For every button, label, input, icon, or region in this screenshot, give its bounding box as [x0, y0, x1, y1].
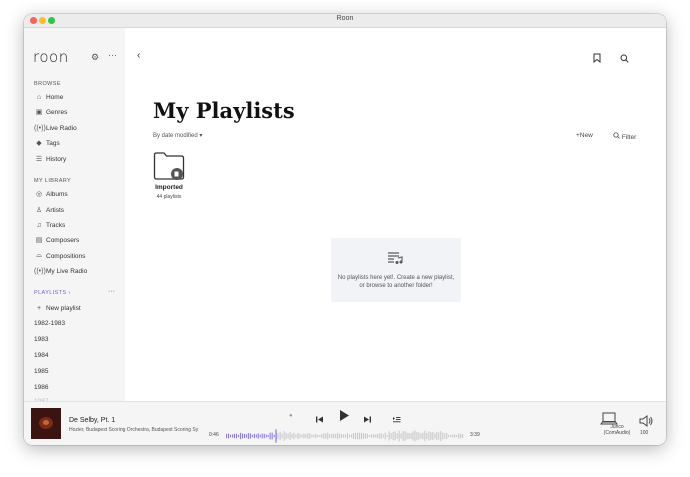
roon-logo: roon — [33, 48, 69, 66]
player-bar: De Selby, Pt. 1 Hozier, Budapest Scoring… — [24, 401, 666, 445]
playlists-section-link[interactable]: PLAYLISTS › — [34, 290, 71, 296]
waveform-seek-bar[interactable] — [226, 429, 464, 443]
folder-name: Imported — [155, 184, 183, 191]
sidebar-item-tags[interactable]: ◆ Tags — [34, 137, 60, 149]
folder-count: 44 playlists — [156, 194, 182, 200]
zone-selector[interactable]: Junco (ComAudio) — [597, 424, 637, 436]
sidebar-item-composers[interactable]: ▤ Composers — [34, 234, 80, 246]
new-playlist-label: New playlist — [46, 304, 81, 312]
sidebar-item-label: Home — [46, 93, 64, 101]
queue-icon[interactable] — [392, 411, 401, 429]
sidebar-playlist-item[interactable]: 1985 — [34, 368, 48, 375]
home-icon: ⌂ — [36, 93, 42, 101]
sidebar-playlist-item[interactable]: 1983 — [34, 336, 48, 343]
radio-icon: ((•)) — [34, 267, 46, 275]
track-title[interactable]: De Selby, Pt. 1 — [69, 417, 115, 424]
settings-gear-icon[interactable]: ⚙ — [91, 52, 99, 63]
history-icon: ☰ — [35, 156, 43, 163]
app-window: Roon roon ⚙ ··· BROWSE ⌂ Home ▣ Genres (… — [24, 14, 666, 445]
artist-icon: ♙ — [35, 207, 43, 214]
previous-track-icon[interactable] — [315, 411, 324, 429]
caret-down-icon: ▾ — [199, 133, 203, 139]
sidebar-item-label: Tags — [46, 139, 60, 147]
sidebar-item-artists[interactable]: ♙ Artists — [34, 204, 64, 216]
composition-icon: ⌓ — [36, 252, 42, 259]
empty-state-panel: No playlists here yet!. Create a new pla… — [331, 238, 461, 302]
sidebar-item-history[interactable]: ☰ History — [34, 153, 66, 165]
search-icon[interactable] — [620, 50, 629, 68]
album-art[interactable] — [31, 408, 61, 439]
sidebar-item-label: Live Radio — [46, 124, 77, 132]
tag-icon: ◆ — [36, 140, 42, 147]
search-icon — [613, 132, 620, 139]
music-note-icon: ♫ — [36, 221, 42, 229]
sidebar-item-live-radio[interactable]: ((•)) Live Radio — [34, 122, 77, 134]
sidebar-item-tracks[interactable]: ♫ Tracks — [34, 219, 65, 231]
playlists-more-icon[interactable]: ··· — [108, 288, 115, 295]
sort-label: By date modified — [153, 133, 198, 139]
sidebar-item-label: Albums — [46, 190, 68, 198]
sidebar-item-my-live-radio[interactable]: ((•)) My Live Radio — [34, 265, 87, 277]
playlists-section-label: PLAYLISTS — [34, 290, 67, 296]
zone-device: (ComAudio) — [603, 430, 631, 436]
sidebar-item-home[interactable]: ⌂ Home — [34, 91, 63, 103]
sidebar-item-label: History — [46, 155, 67, 163]
volume-level: 100 — [640, 430, 649, 436]
sidebar-item-label: Compositions — [46, 252, 86, 260]
album-icon: ◎ — [35, 191, 43, 198]
elapsed-time: 0:46 — [209, 432, 219, 438]
filter-button[interactable]: Filter — [613, 132, 636, 141]
sidebar-item-label: My Live Radio — [46, 267, 88, 275]
library-section-label: MY LIBRARY — [34, 178, 72, 184]
sidebar-item-label: Artists — [46, 206, 65, 214]
genres-icon: ▣ — [35, 109, 43, 116]
window-title: Roon — [336, 15, 354, 22]
play-icon[interactable] — [338, 409, 350, 427]
main-content: ‹ My Playlists By date modified ▾ +New F… — [125, 28, 666, 401]
sidebar: roon ⚙ ··· BROWSE ⌂ Home ▣ Genres ((•)) … — [24, 28, 125, 405]
total-duration: 3:39 — [470, 432, 480, 438]
sidebar-item-label: Tracks — [46, 221, 66, 229]
chevron-right-icon: › — [68, 290, 71, 296]
sidebar-playlist-item[interactable]: 1982-1983 — [34, 320, 65, 327]
folder-imported[interactable] — [153, 151, 185, 186]
plus-icon: + — [36, 304, 42, 312]
stop-dot-icon[interactable]: ● — [289, 413, 293, 419]
new-button-label: New — [579, 132, 593, 139]
radio-icon: ((•)) — [34, 124, 46, 132]
playlist-music-icon — [388, 252, 403, 264]
track-artists[interactable]: Hozier, Budapest Scoring Orchestra, Buda… — [69, 427, 199, 433]
sidebar-item-label: Genres — [46, 108, 68, 116]
new-playlist-button[interactable]: + New playlist — [34, 302, 81, 314]
sort-dropdown[interactable]: By date modified ▾ — [153, 132, 202, 139]
sidebar-playlist-item[interactable]: 1984 — [34, 352, 48, 359]
sidebar-item-label: Composers — [46, 236, 80, 244]
sidebar-item-compositions[interactable]: ⌓ Compositions — [34, 250, 85, 262]
empty-state-message: No playlists here yet!. Create a new pla… — [337, 275, 455, 289]
new-button[interactable]: +New — [576, 132, 593, 139]
more-options-icon[interactable]: ··· — [108, 50, 117, 60]
folder-icon — [153, 152, 185, 180]
sidebar-item-albums[interactable]: ◎ Albums — [34, 188, 68, 200]
album-art-shape — [43, 420, 49, 425]
back-arrow-icon[interactable]: ‹ — [137, 50, 140, 61]
sidebar-item-genres[interactable]: ▣ Genres — [34, 106, 68, 118]
page-title: My Playlists — [153, 98, 295, 123]
browse-section-label: BROWSE — [34, 81, 61, 87]
next-track-icon[interactable] — [363, 411, 372, 429]
bookmark-icon[interactable] — [593, 50, 601, 68]
title-bar: Roon — [24, 14, 666, 28]
sidebar-playlist-item[interactable]: 1986 — [34, 384, 48, 391]
filter-label: Filter — [621, 134, 637, 141]
composer-icon: ▤ — [35, 237, 43, 244]
